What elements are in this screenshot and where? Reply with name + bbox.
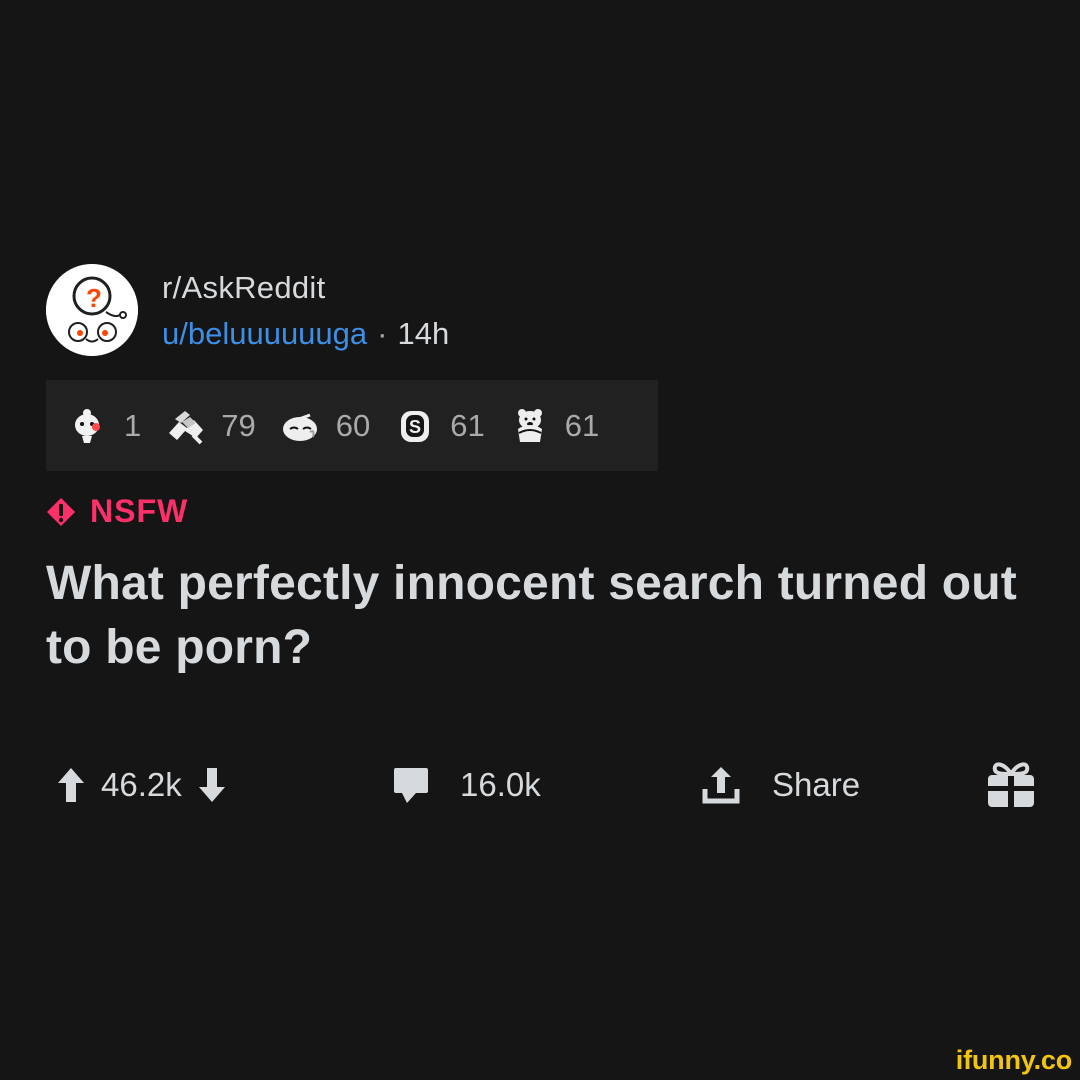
award-button[interactable]: [985, 755, 1037, 815]
comment-icon: [394, 768, 428, 803]
share-button[interactable]: Share: [700, 755, 860, 815]
share-label: Share: [772, 766, 861, 803]
handshake-icon: [169, 410, 204, 444]
award-helpful[interactable]: S 61: [394, 405, 485, 447]
vote-count: 46.2k: [101, 766, 182, 803]
award-handshake[interactable]: 79: [165, 405, 256, 447]
vote-controls: 46.2k: [56, 755, 227, 815]
wholesome-seal-icon: [75, 408, 100, 443]
award-polar-bear[interactable]: 61: [509, 405, 599, 447]
award-count: 1: [124, 407, 142, 443]
nsfw-label: NSFW: [90, 493, 189, 529]
subreddit-avatar-icon[interactable]: ?: [46, 264, 138, 356]
helpful-s-icon: S: [401, 410, 430, 442]
award-count: 61: [564, 407, 600, 443]
awards-bar[interactable]: 1 79 60 S 61 61: [46, 380, 658, 471]
post-meta: u/beluuuuuuga · 14h: [162, 312, 449, 356]
post-actions: 46.2k 16.0k Share: [0, 755, 1080, 815]
comments-button[interactable]: 16.0k: [392, 755, 541, 815]
post-age: 14h: [397, 316, 450, 351]
comment-count: 16.0k: [460, 766, 541, 803]
upvote-icon[interactable]: [56, 766, 86, 804]
gift-icon: [988, 762, 1034, 807]
separator: ·: [377, 316, 388, 351]
downvote-icon[interactable]: [197, 766, 227, 804]
award-count: 60: [335, 407, 371, 443]
narwhal-salute-icon: [282, 413, 317, 441]
award-narwhal[interactable]: 60: [280, 405, 370, 447]
svg-text:?: ?: [86, 283, 102, 313]
username-link[interactable]: u/beluuuuuuga: [162, 316, 367, 351]
subreddit-name[interactable]: r/AskReddit: [162, 268, 449, 308]
award-wholesome[interactable]: 1: [68, 405, 141, 447]
polar-bear-icon: [517, 408, 542, 442]
nsfw-tag: NSFW: [46, 493, 188, 530]
warning-diamond-icon: [47, 497, 75, 526]
watermark: ifunny.co: [955, 1045, 1072, 1075]
post-header-text: r/AskReddit u/beluuuuuuga · 14h: [162, 268, 449, 356]
page: ? r/AskReddit u/beluuuuuuga · 14h 1 79 6…: [0, 0, 1080, 1080]
svg-text:S: S: [409, 417, 421, 437]
post-header: ? r/AskReddit u/beluuuuuuga · 14h: [46, 264, 449, 356]
award-count: 79: [221, 407, 256, 443]
share-icon: [702, 767, 740, 804]
post-title[interactable]: What perfectly innocent search turned ou…: [46, 552, 1046, 680]
award-count: 61: [450, 407, 485, 443]
